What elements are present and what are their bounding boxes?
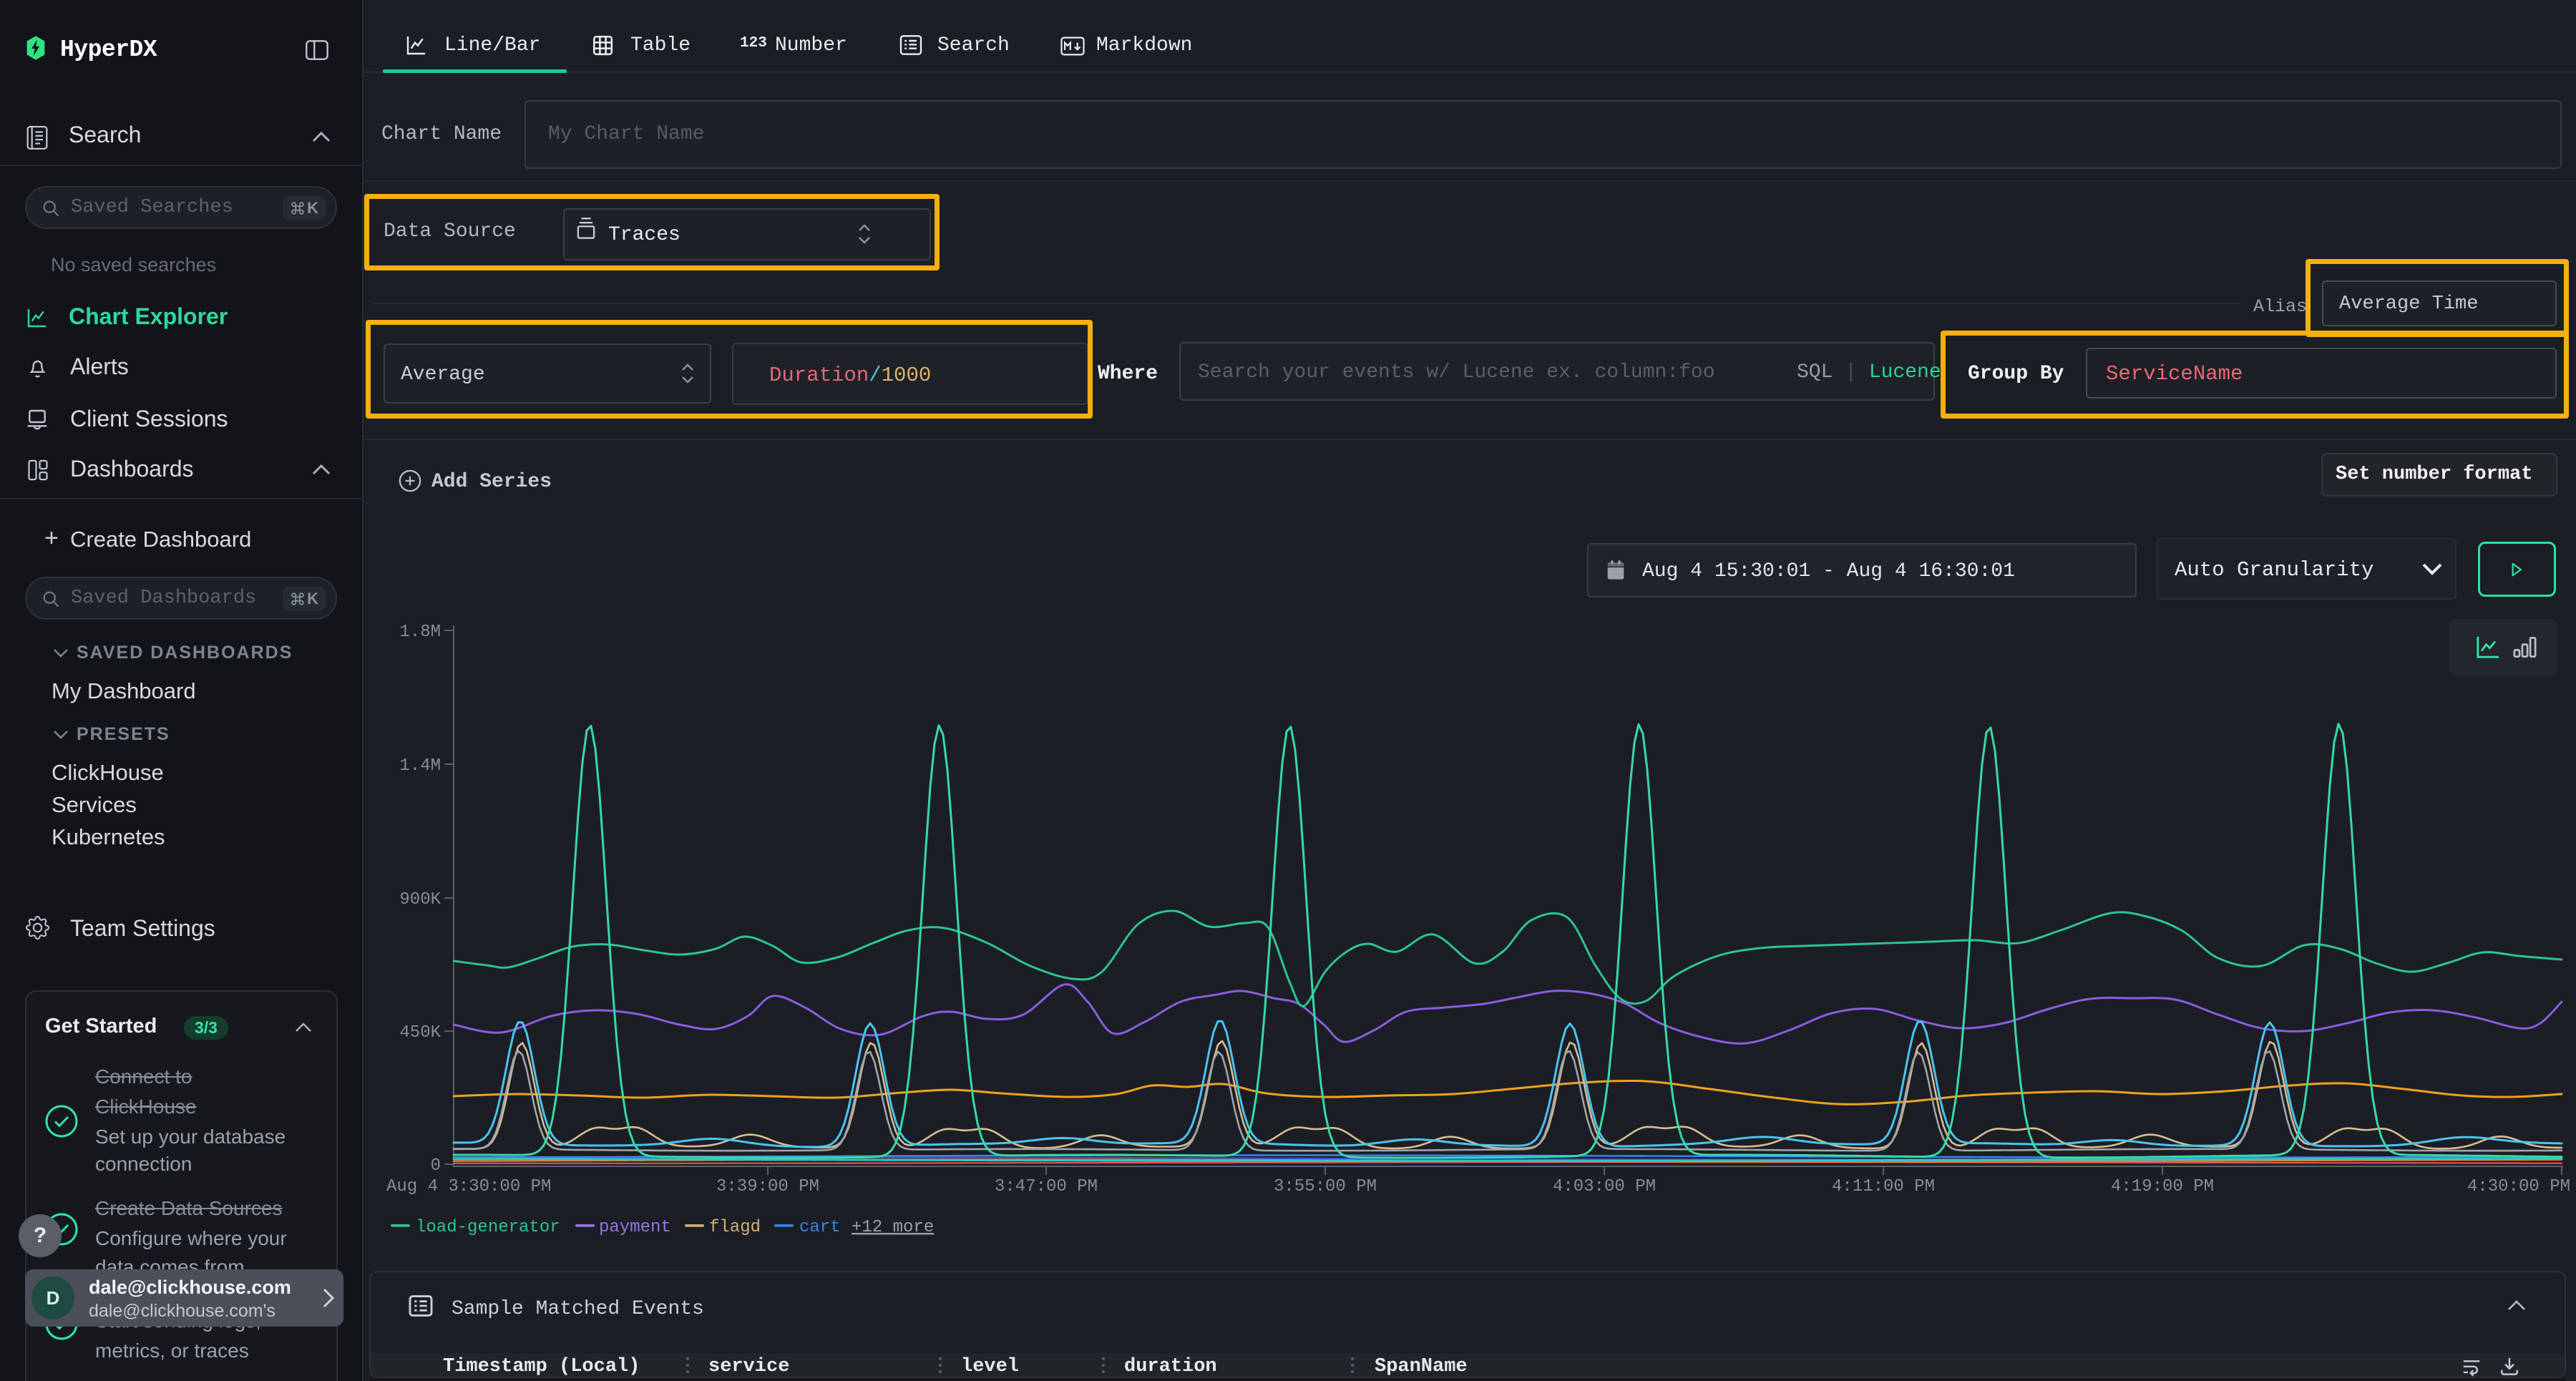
svg-text:+12 more: +12 more xyxy=(852,1218,934,1237)
svg-text:1.4M: 1.4M xyxy=(399,756,441,776)
svg-text:3:55:00 PM: 3:55:00 PM xyxy=(1274,1177,1377,1196)
svg-text:Aug 4 3:30:00 PM: Aug 4 3:30:00 PM xyxy=(386,1177,551,1196)
svg-text:load-generator: load-generator xyxy=(416,1218,560,1237)
svg-text:4:03:00 PM: 4:03:00 PM xyxy=(1553,1177,1656,1196)
svg-text:payment: payment xyxy=(599,1218,671,1237)
svg-text:cart: cart xyxy=(799,1218,841,1237)
svg-text:4:11:00 PM: 4:11:00 PM xyxy=(1832,1177,1935,1196)
svg-text:4:19:00 PM: 4:19:00 PM xyxy=(2111,1177,2214,1196)
svg-text:900K: 900K xyxy=(399,890,441,909)
svg-text:3:47:00 PM: 3:47:00 PM xyxy=(995,1177,1098,1196)
svg-text:flagd: flagd xyxy=(709,1218,761,1237)
svg-text:450K: 450K xyxy=(399,1023,441,1043)
svg-text:1.8M: 1.8M xyxy=(399,623,441,642)
svg-text:0: 0 xyxy=(431,1156,441,1176)
svg-text:4:30:00 PM: 4:30:00 PM xyxy=(2467,1177,2570,1196)
svg-text:3:39:00 PM: 3:39:00 PM xyxy=(716,1177,819,1196)
